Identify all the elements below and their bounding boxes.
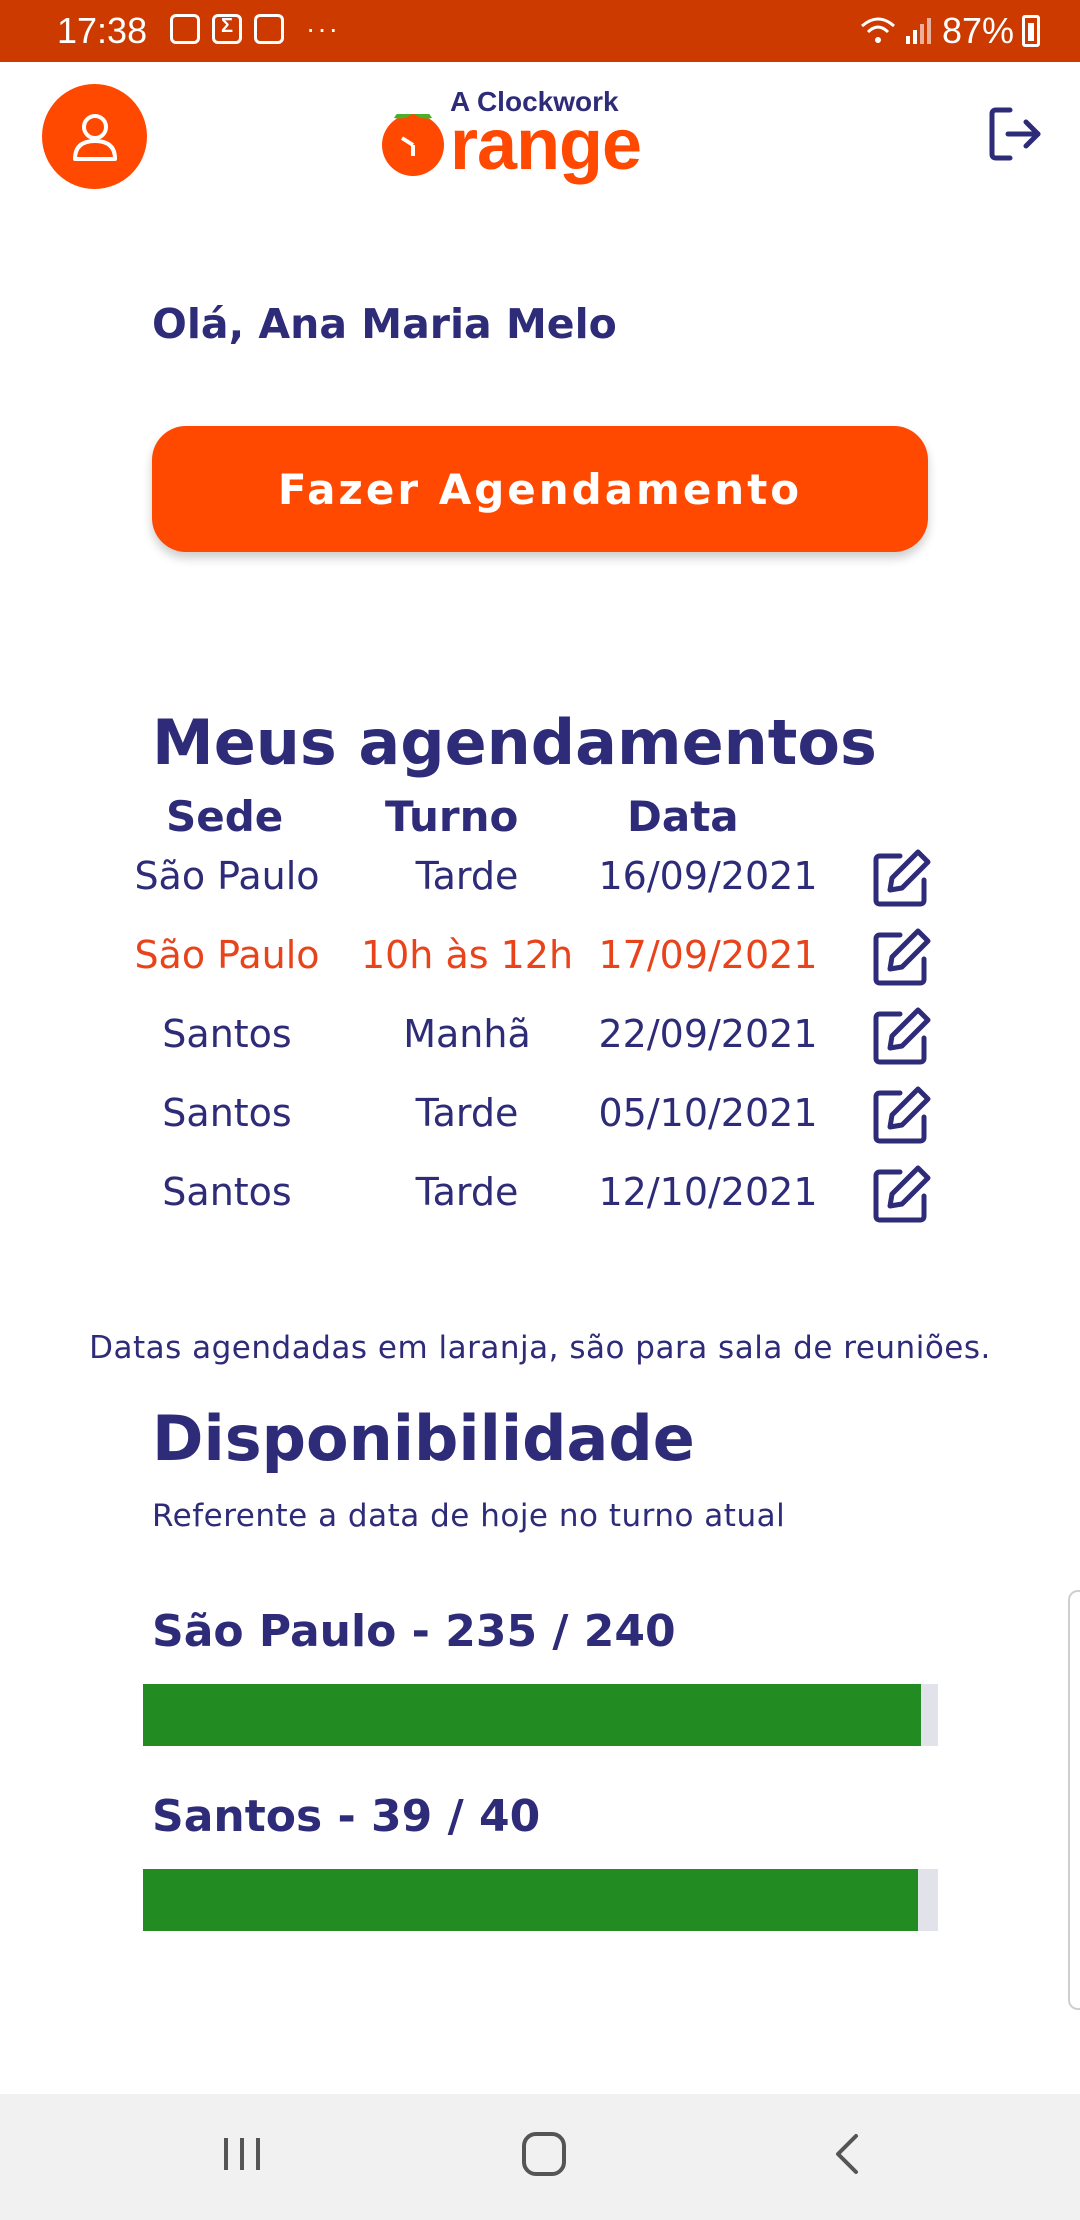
app-logo: A Clockwork range	[382, 84, 682, 185]
back-button[interactable]	[818, 2124, 878, 2184]
column-header-turno: Turno	[385, 792, 519, 841]
schedule-row-data: 22/09/2021	[598, 1012, 818, 1056]
logout-icon	[989, 107, 1041, 161]
schedule-row-turno: Tarde	[415, 1170, 519, 1214]
availability-label-santos: Santos - 39 / 40	[152, 1791, 541, 1842]
status-bar: 17:38 Σ ··· 87%	[0, 0, 1080, 62]
schedule-row-sede: São Paulo	[134, 933, 320, 977]
schedule-row-turno: Tarde	[415, 854, 519, 898]
availability-title: Disponibilidade	[152, 1402, 695, 1475]
column-header-sede: Sede	[166, 792, 284, 841]
logo-wordmark: range	[450, 105, 642, 185]
wifi-icon	[860, 17, 895, 43]
schedule-button[interactable]: Fazer Agendamento	[152, 426, 928, 552]
home-icon	[522, 2132, 566, 2176]
column-header-data: Data	[627, 792, 739, 841]
edit-icon	[873, 849, 931, 907]
schedule-row-data: 16/09/2021	[598, 854, 818, 898]
edit-appointment-button[interactable]	[870, 848, 932, 910]
availability-subtitle: Referente a data de hoje no turno atual	[152, 1498, 786, 1534]
availability-fill	[143, 1869, 919, 1931]
edit-appointment-button[interactable]	[870, 1164, 932, 1226]
user-icon	[72, 113, 117, 161]
edit-icon	[873, 928, 931, 986]
battery-percent: 87%	[941, 10, 1014, 51]
schedule-row-sede: Santos	[162, 1170, 292, 1214]
recent-apps-icon	[224, 2138, 260, 2170]
schedule-note: Datas agendadas em laranja, são para sal…	[89, 1330, 991, 1366]
profile-button[interactable]	[42, 84, 147, 189]
schedule-row: Santos Tarde 12/10/2021	[0, 1162, 1080, 1232]
more-notifications-icon: ···	[306, 13, 340, 44]
availability-bar-sao-paulo	[143, 1684, 938, 1746]
schedule-row-sede: Santos	[162, 1091, 292, 1135]
schedule-row-turno: Manhã	[403, 1012, 531, 1056]
edit-icon	[873, 1086, 931, 1144]
logout-button[interactable]	[986, 104, 1046, 164]
schedule-row-sede: São Paulo	[134, 854, 320, 898]
edit-icon	[873, 1007, 931, 1065]
edit-appointment-button[interactable]	[870, 927, 932, 989]
schedule-row: São Paulo 10h às 12h 17/09/2021	[0, 925, 1080, 995]
edit-appointment-button[interactable]	[870, 1085, 932, 1147]
status-right: 87%	[860, 10, 1040, 52]
schedule-row: São Paulo Tarde 16/09/2021	[0, 846, 1080, 916]
edit-icon	[873, 1165, 931, 1223]
edge-panel-handle[interactable]	[1068, 1590, 1080, 2010]
greeting-text: Olá, Ana Maria Melo	[152, 300, 617, 348]
schedule-row-data: 12/10/2021	[598, 1170, 818, 1214]
availability-bar-santos	[143, 1869, 938, 1931]
availability-fill	[143, 1684, 922, 1746]
recent-apps-button[interactable]	[212, 2124, 272, 2184]
sigma-app-icon: Σ	[212, 14, 242, 44]
notification-icons: Σ ···	[170, 14, 340, 44]
schedule-row-data: 17/09/2021	[598, 933, 818, 977]
status-time: 17:38	[57, 10, 148, 51]
schedule-row-data: 05/10/2021	[598, 1091, 818, 1135]
home-button[interactable]	[514, 2124, 574, 2184]
edit-appointment-button[interactable]	[870, 1006, 932, 1068]
system-nav-bar	[0, 2094, 1080, 2220]
mail-icon	[254, 14, 284, 44]
orange-clock-icon	[382, 109, 444, 176]
schedule-row-turno: 10h às 12h	[360, 933, 574, 977]
availability-label-sao-paulo: São Paulo - 235 / 240	[152, 1606, 676, 1657]
schedule-row-turno: Tarde	[415, 1091, 519, 1135]
battery-icon	[1022, 15, 1040, 47]
signal-icon	[905, 18, 931, 44]
schedule-row-sede: Santos	[162, 1012, 292, 1056]
schedule-title: Meus agendamentos	[152, 706, 877, 779]
gallery-icon	[170, 14, 200, 44]
schedule-row: Santos Manhã 22/09/2021	[0, 1004, 1080, 1074]
back-icon	[836, 2134, 858, 2174]
schedule-row: Santos Tarde 05/10/2021	[0, 1083, 1080, 1153]
